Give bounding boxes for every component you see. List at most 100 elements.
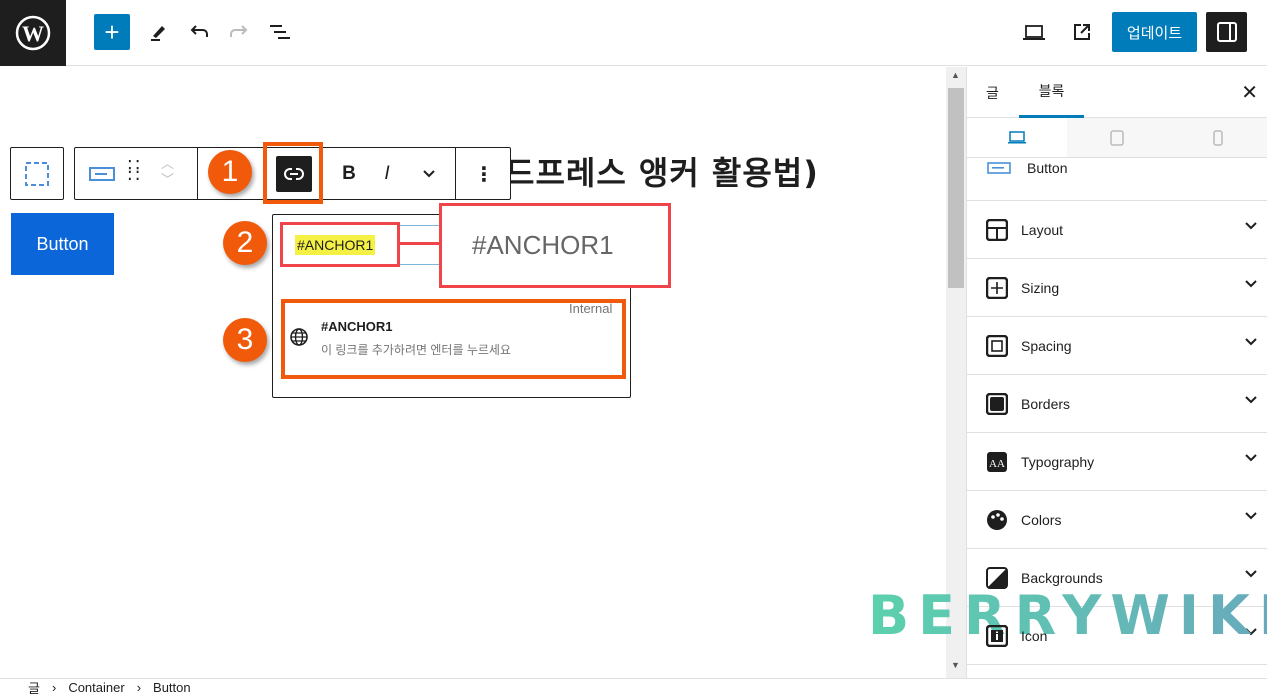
sidebar-icon [1216,22,1237,42]
chevron-down-icon [1245,454,1257,462]
block-breadcrumb: 글 › Container › Button [0,678,1267,697]
panel-spacing[interactable]: Spacing [967,317,1267,375]
settings-sidebar: 글 블록 ✕ Button Layout Sizing Spacing Bord… [966,67,1267,678]
panel-label: Colors [1021,511,1062,528]
chevron-down-icon [1245,396,1257,404]
svg-text:W: W [22,21,44,46]
svg-text:AA: AA [989,458,1005,470]
breadcrumb-separator: › [136,679,142,695]
options-button[interactable]: ⋮ [472,162,496,186]
select-parent-button[interactable] [10,147,64,200]
redo-button[interactable] [227,20,251,44]
panel-borders[interactable]: Borders [967,375,1267,433]
undo-icon [190,25,208,37]
update-button[interactable]: 업데이트 [1112,12,1197,52]
button-block[interactable]: Button [11,213,114,275]
spacing-icon [985,334,1009,358]
link-input-value[interactable]: #ANCHOR1 [295,234,376,255]
chevron-down-icon [1245,280,1257,288]
panel-typography[interactable]: AA Typography [967,433,1267,491]
scroll-down-icon[interactable]: ▼ [951,660,960,670]
info-icon [985,624,1009,648]
chevron-down-icon [1245,338,1257,346]
add-block-button[interactable]: + [94,14,130,50]
settings-toggle-button[interactable] [1206,12,1247,52]
close-sidebar-button[interactable]: ✕ [1241,67,1258,118]
chevron-down-icon [1245,512,1257,520]
block-name: Button [1027,160,1068,176]
document-overview-button[interactable] [268,20,292,44]
layout-icon [985,218,1009,242]
panel-label: Backgrounds [1021,569,1103,586]
preview-button[interactable] [1021,20,1047,44]
panel-sizing[interactable]: Sizing [967,259,1267,317]
wordpress-logo-button[interactable]: W [0,0,66,66]
annotation-box-2: #ANCHOR1 [280,222,400,267]
more-vertical-icon: ⋮ [474,163,494,186]
colors-icon [985,508,1009,532]
link-suggestion[interactable]: #ANCHOR1 이 링크를 추가하려면 엔터를 누르세요 [281,299,626,379]
panel-layout[interactable]: Layout [967,201,1267,259]
scrollbar-thumb[interactable] [948,88,964,288]
sizing-icon [985,276,1009,300]
tablet-icon [1110,129,1125,146]
block-type-button[interactable] [87,162,117,186]
chevron-down-icon [423,170,435,178]
button-block-icon [987,162,1011,174]
typography-icon: AA [985,450,1009,474]
globe-icon [290,328,308,346]
callout-connector [400,242,440,245]
device-tabs [967,118,1267,158]
panel-label: Icon [1021,627,1048,644]
list-view-icon [270,25,290,39]
top-toolbar: W + 업데이트 [0,0,1267,66]
desktop-icon [1023,25,1045,40]
panel-label: Layout [1021,221,1064,238]
chevron-down-icon [1245,628,1257,636]
breadcrumb-item-button: Button [153,679,191,695]
plus-icon: + [104,16,120,47]
post-heading[interactable]: 드프레스 앵커 활용법) [505,148,819,194]
backgrounds-icon [985,566,1009,590]
sidebar-tabs: 글 블록 ✕ [967,67,1267,118]
panel-backgrounds[interactable]: Backgrounds [967,549,1267,607]
breadcrumb-item-post[interactable]: 글 [28,678,40,697]
panel-label: Sizing [1021,279,1060,296]
italic-button[interactable]: I [375,162,399,186]
view-post-button[interactable] [1070,20,1094,44]
external-link-icon [1074,24,1090,40]
chevron-down-icon [1245,222,1257,230]
suggestion-title: #ANCHOR1 [321,319,393,334]
annotation-badge-1: 1 [208,150,252,194]
redo-icon [230,25,248,37]
panel-label: Borders [1021,395,1071,412]
chevron-down-icon [1245,570,1257,578]
undo-button[interactable] [187,20,211,44]
mobile-icon [1213,129,1223,146]
scroll-up-icon[interactable]: ▲ [951,70,960,80]
wordpress-icon: W [15,15,51,51]
desktop-icon [1008,130,1027,143]
breadcrumb-separator: › [51,679,57,695]
breadcrumb-item-container[interactable]: Container [68,680,124,695]
tab-post[interactable]: 글 [986,67,999,118]
tab-desktop[interactable] [967,118,1067,157]
block-card: Button [987,160,1067,176]
tab-tablet[interactable] [1067,118,1168,157]
panel-colors[interactable]: Colors [967,491,1267,549]
tab-block[interactable]: 블록 [1019,67,1084,118]
panel-label: Spacing [1021,337,1072,354]
panel-label: Typography [1021,453,1095,470]
close-icon: ✕ [1241,82,1258,104]
tab-mobile[interactable] [1167,118,1267,157]
borders-icon [985,392,1009,416]
chevron-up-icon[interactable]: ︿ [161,156,174,171]
drag-handle-icon[interactable]: ⁚⁚ ⁚⁚ [127,158,142,183]
move-arrows[interactable]: ︿ ﹀ [161,156,174,188]
bold-button[interactable]: B [337,162,361,186]
more-formatting-button[interactable] [417,162,441,186]
annotation-box-1 [263,142,323,204]
tools-button[interactable] [146,20,170,44]
panel-icon[interactable]: Icon [967,607,1267,665]
chevron-down-icon[interactable]: ﹀ [161,172,174,187]
